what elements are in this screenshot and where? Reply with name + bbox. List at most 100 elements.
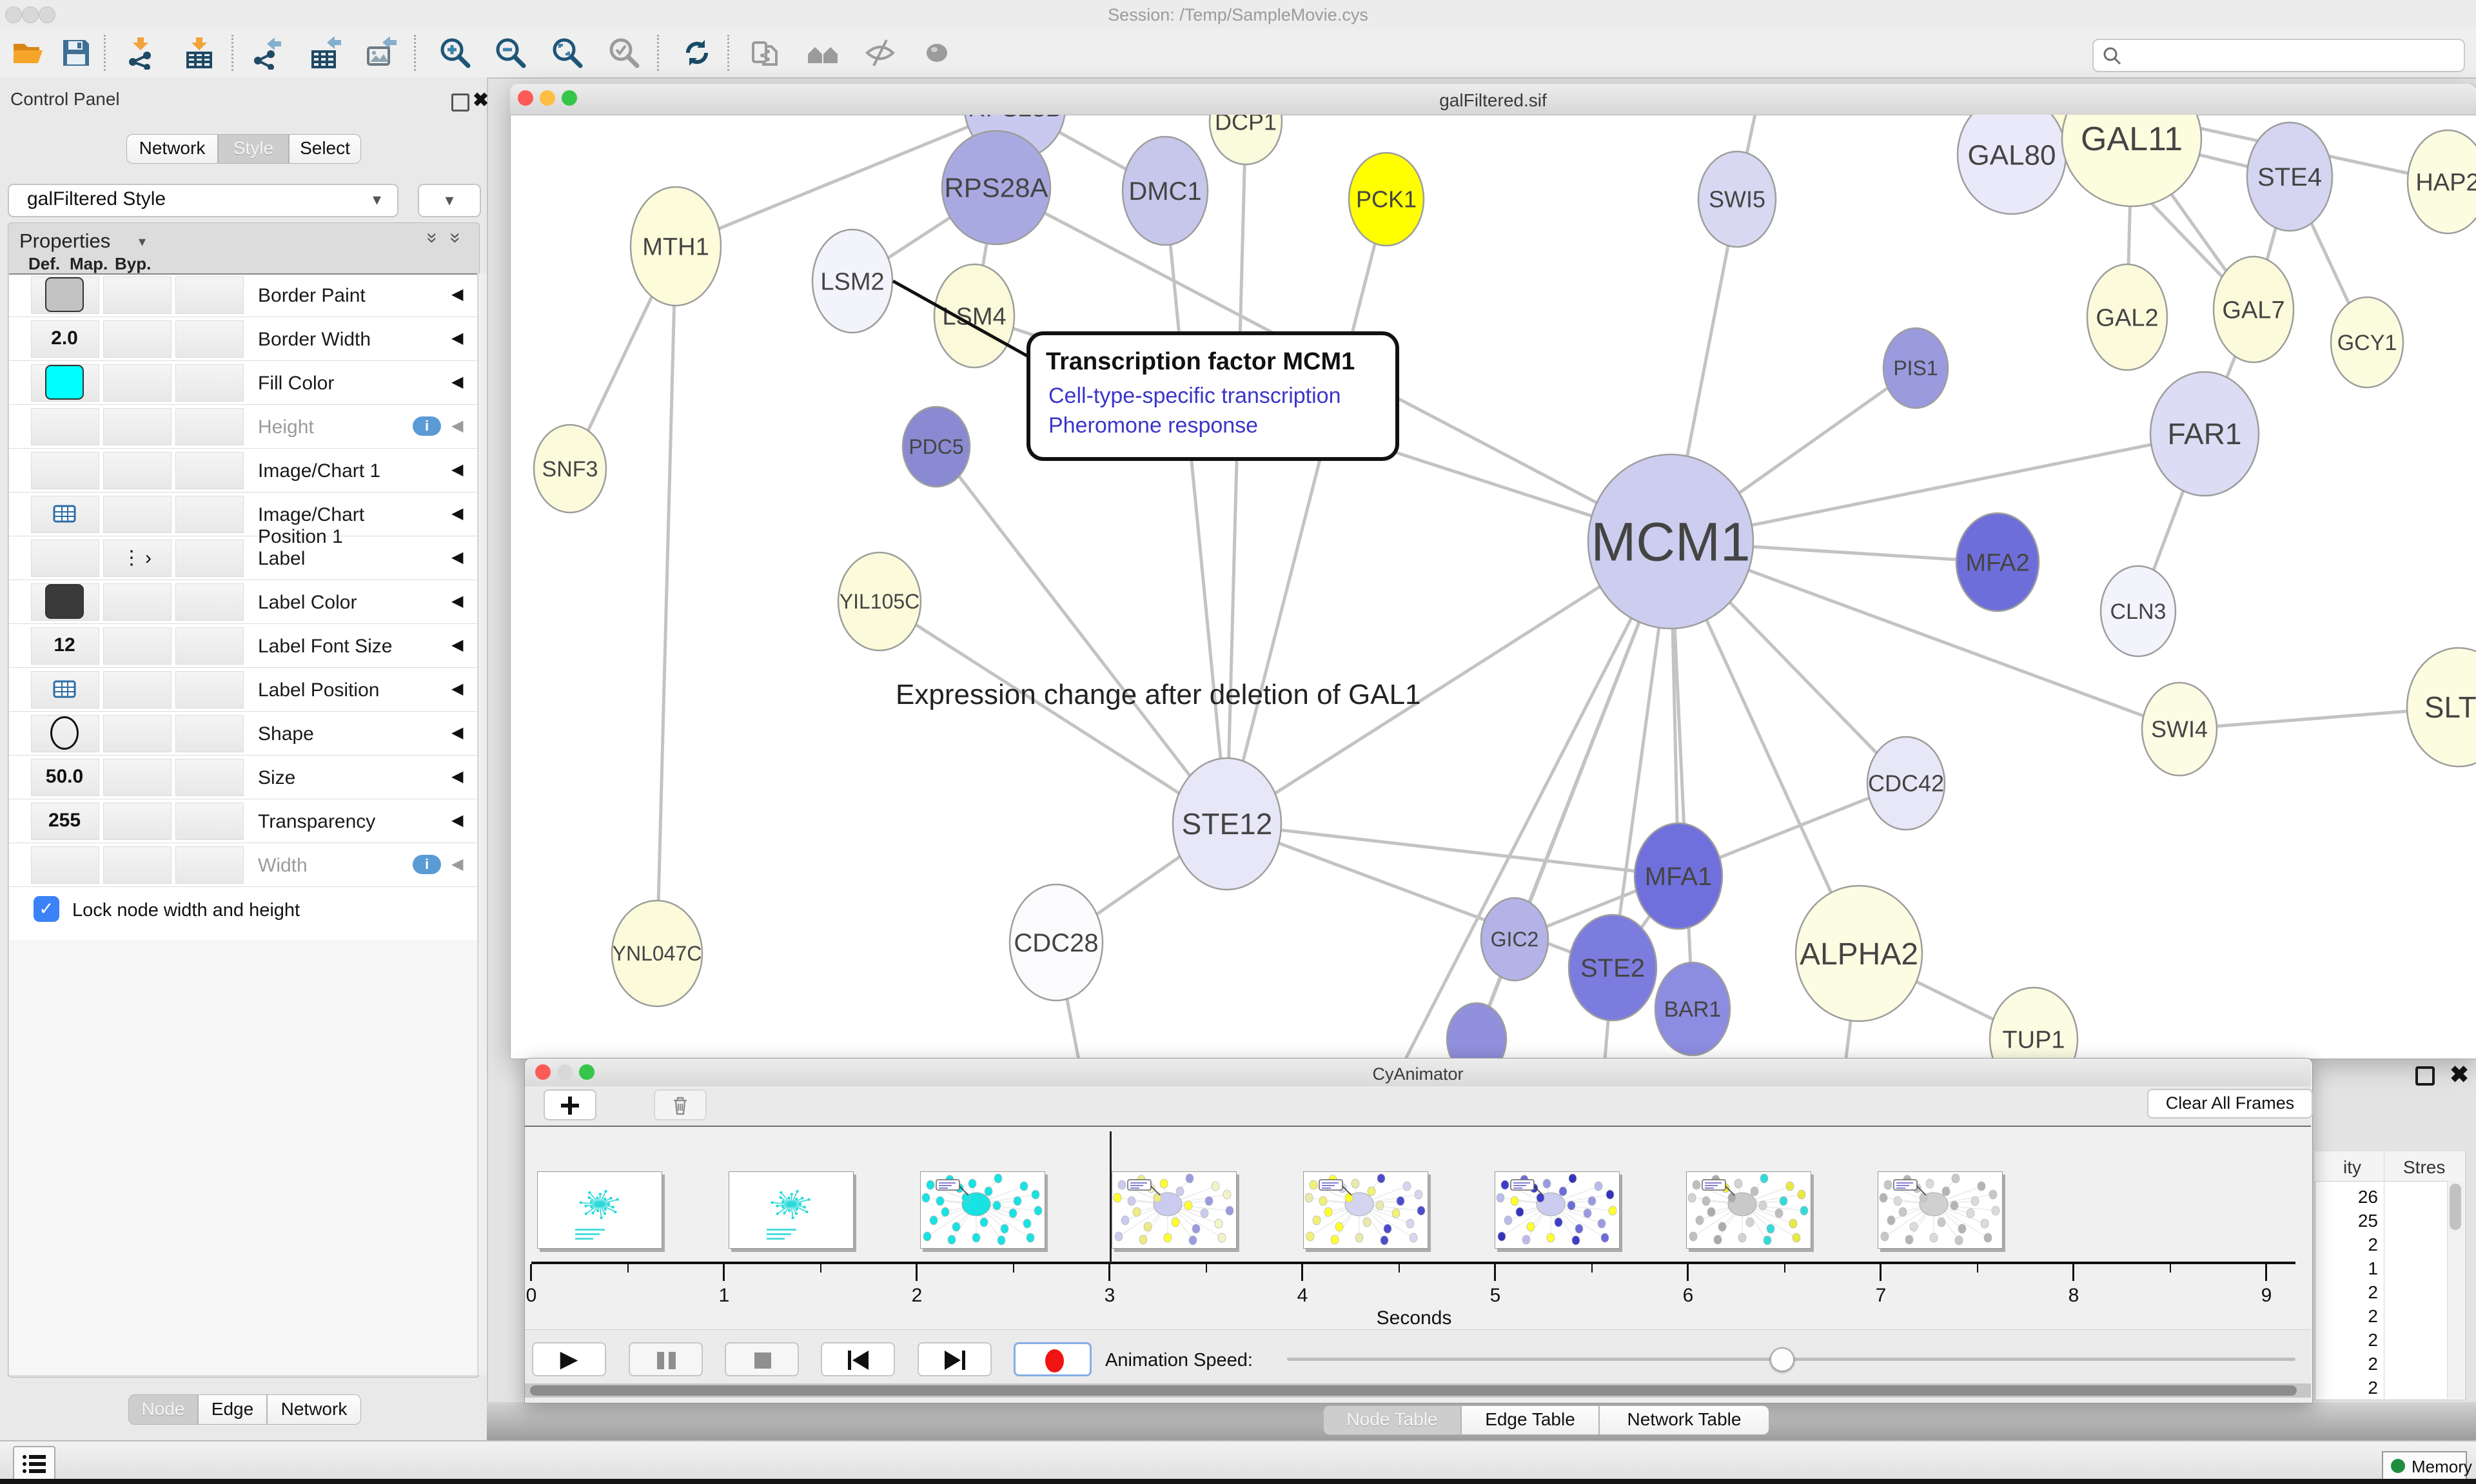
tab-network-table[interactable]: Network Table: [1599, 1405, 1769, 1435]
property-cell[interactable]: [175, 627, 244, 665]
expand-arrow-icon[interactable]: ◀: [451, 285, 468, 306]
tab-network[interactable]: Network: [267, 1394, 361, 1425]
table-column-radiality[interactable]: ity: [2315, 1157, 2361, 1178]
timeline-playhead[interactable]: [1110, 1131, 1112, 1263]
property-value[interactable]: 255: [31, 803, 98, 839]
search-box[interactable]: [2092, 39, 2465, 72]
network-canvas[interactable]: RPS28BGAL80GAL11STE4HAP2MTH1LSM2LSM4RPS2…: [510, 115, 2476, 1058]
property-cell[interactable]: [103, 408, 172, 445]
property-value[interactable]: 2.0: [31, 320, 98, 356]
property-value[interactable]: [31, 364, 98, 400]
table-column-stress[interactable]: Stres: [2403, 1157, 2445, 1178]
frame-thumbnail-1[interactable]: [729, 1171, 854, 1249]
property-cell[interactable]: [103, 627, 172, 665]
zoom-out-icon[interactable]: [494, 36, 527, 70]
expand-arrow-icon[interactable]: ◀: [451, 767, 468, 788]
property-cell[interactable]: [103, 277, 172, 314]
tab-node[interactable]: Node: [128, 1394, 198, 1425]
property-cell[interactable]: [103, 671, 172, 708]
tab-node-table[interactable]: Node Table: [1323, 1405, 1461, 1435]
expand-arrow-icon[interactable]: ◀: [451, 329, 468, 349]
tab-select[interactable]: Select: [289, 134, 361, 164]
expand-arrow-icon[interactable]: ◀: [451, 723, 468, 744]
properties-scrollbar[interactable]: [478, 273, 487, 1375]
expand-arrow-icon[interactable]: ◀: [451, 416, 468, 437]
property-cell[interactable]: [103, 583, 172, 621]
import-table-icon[interactable]: [182, 36, 216, 70]
property-cell[interactable]: [103, 715, 172, 752]
table-scrollbar-thumb[interactable]: [2450, 1184, 2461, 1230]
property-cell[interactable]: [175, 715, 244, 752]
annotation-link[interactable]: Cell-type-specific transcription: [1048, 384, 1341, 409]
annotation-link[interactable]: Pheromone response: [1048, 413, 1258, 438]
property-cell[interactable]: [175, 496, 244, 533]
close-table-icon[interactable]: ✖: [2450, 1061, 2469, 1088]
property-cell[interactable]: [175, 320, 244, 358]
style-options-button[interactable]: ▾: [418, 184, 481, 217]
properties-header[interactable]: Properties: [19, 229, 110, 253]
property-cell[interactable]: [31, 452, 99, 489]
collapse-all-icon[interactable]: »: [421, 233, 443, 244]
property-cell[interactable]: [103, 846, 172, 884]
property-cell[interactable]: [31, 846, 99, 884]
frame-thumbnail-4[interactable]: [1303, 1171, 1428, 1249]
property-cell[interactable]: [175, 540, 244, 577]
save-session-icon[interactable]: [59, 36, 93, 70]
property-value[interactable]: [31, 715, 98, 751]
zoom-in-icon[interactable]: [438, 36, 472, 70]
frame-thumbnail-5[interactable]: [1495, 1171, 1620, 1249]
property-cell[interactable]: [175, 364, 244, 402]
tab-network[interactable]: Network: [126, 134, 218, 164]
expand-arrow-icon[interactable]: ◀: [451, 548, 468, 569]
property-cell[interactable]: [175, 408, 244, 445]
refresh-layout-icon[interactable]: [680, 36, 714, 70]
search-input[interactable]: [2128, 43, 2453, 67]
skip-to-end-button[interactable]: [918, 1342, 992, 1376]
open-folder-icon[interactable]: [12, 36, 45, 70]
property-value[interactable]: [31, 583, 98, 620]
property-cell[interactable]: [175, 759, 244, 796]
expand-arrow-icon[interactable]: ◀: [451, 460, 468, 481]
export-network-icon[interactable]: [250, 36, 284, 70]
tab-edge[interactable]: Edge: [198, 1394, 267, 1425]
import-network-icon[interactable]: [124, 36, 157, 70]
property-cell[interactable]: [31, 540, 99, 577]
play-button[interactable]: ▶: [532, 1342, 606, 1376]
property-cell[interactable]: [103, 320, 172, 358]
float-panel-icon[interactable]: [451, 93, 469, 112]
frame-thumbnail-7[interactable]: [1878, 1171, 2003, 1249]
property-value[interactable]: 12: [31, 627, 98, 663]
property-cell[interactable]: [175, 583, 244, 621]
lock-size-checkbox[interactable]: ✓: [34, 896, 59, 922]
expand-arrow-icon[interactable]: ◀: [451, 504, 468, 525]
frame-thumbnail-3[interactable]: [1112, 1171, 1237, 1249]
record-button[interactable]: [1014, 1342, 1092, 1376]
property-value[interactable]: [31, 277, 98, 313]
memory-button[interactable]: Memory: [2382, 1451, 2467, 1481]
property-value[interactable]: [31, 496, 98, 532]
clear-all-frames-button[interactable]: Clear All Frames: [2147, 1089, 2313, 1118]
info-icon[interactable]: i: [413, 416, 441, 436]
zoom-fit-icon[interactable]: [551, 36, 584, 70]
property-cell[interactable]: [175, 846, 244, 884]
property-cell[interactable]: [103, 759, 172, 796]
expand-arrow-icon[interactable]: ◀: [451, 636, 468, 656]
expand-arrow-icon[interactable]: ◀: [451, 592, 468, 612]
export-table-icon[interactable]: [309, 36, 342, 70]
add-frame-button[interactable]: [544, 1089, 596, 1120]
expand-arrow-icon[interactable]: ◀: [451, 811, 468, 832]
property-cell[interactable]: [175, 671, 244, 708]
cyanimator-scrollbar-thumb[interactable]: [530, 1385, 2297, 1396]
property-value[interactable]: 50.0: [31, 759, 98, 795]
expand-arrow-icon[interactable]: ◀: [451, 679, 468, 700]
float-table-icon[interactable]: [2415, 1066, 2435, 1086]
tab-style[interactable]: Style: [218, 134, 289, 164]
property-value[interactable]: ⋮ ›: [103, 540, 170, 576]
expand-arrow-icon[interactable]: ◀: [451, 855, 468, 875]
property-cell[interactable]: [175, 277, 244, 314]
property-cell[interactable]: [103, 452, 172, 489]
skip-to-start-button[interactable]: [821, 1342, 895, 1376]
tab-edge-table[interactable]: Edge Table: [1461, 1405, 1599, 1435]
property-cell[interactable]: [103, 803, 172, 840]
export-image-icon[interactable]: [364, 36, 398, 70]
